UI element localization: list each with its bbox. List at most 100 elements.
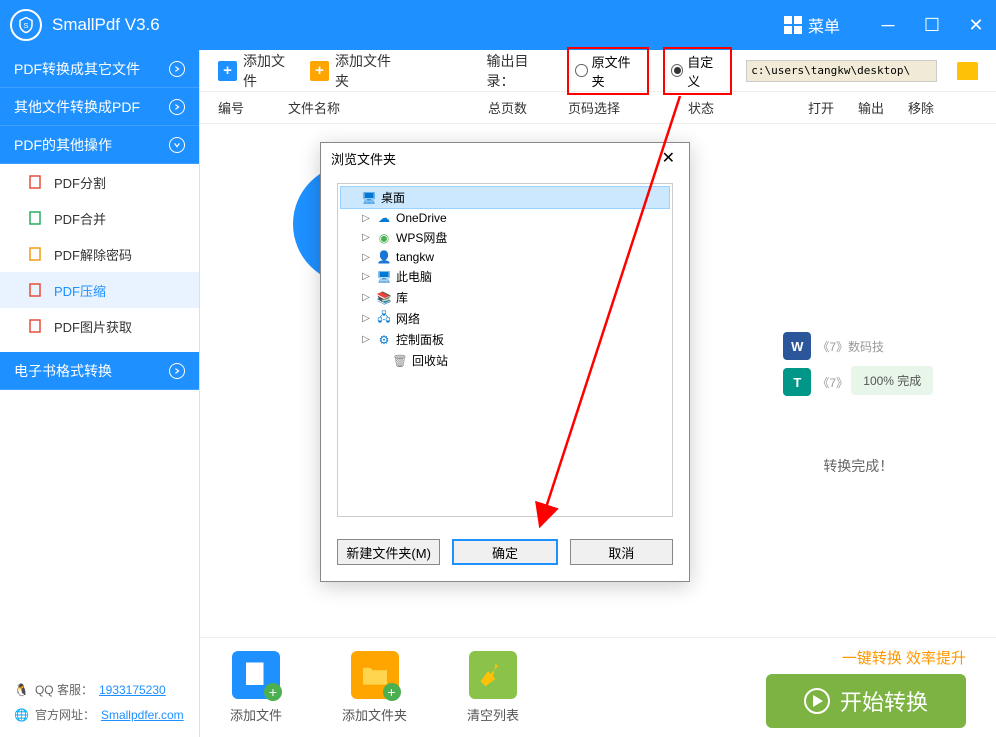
broom-icon [469,651,517,699]
qq-link[interactable]: 1933175230 [99,683,166,697]
chevron-icon [169,61,185,77]
tree-item-label: 库 [396,289,408,306]
minimize-button[interactable]: ─ [878,15,898,35]
sidebar-item-label: PDF解除密码 [54,245,132,264]
menu-button[interactable]: 菜单 [776,9,848,41]
tree-item-label: OneDrive [396,211,447,225]
sidebar-item-pdf-unlock[interactable]: PDF解除密码 [0,236,199,272]
word-icon: W [783,332,811,360]
browse-folder-dialog: 浏览文件夹 ✕ 🖥桌面▷☁OneDrive▷◉WPS网盘▷👤tangkw▷🖥此电… [320,142,690,582]
sidebar-group-pdf-other-ops[interactable]: PDF的其他操作 [0,126,199,164]
folder-icon: 🖥 [361,191,377,205]
sidebar-group-pdf-to-other[interactable]: PDF转换成其它文件 [0,50,199,88]
tree-item-label: 桌面 [381,189,405,206]
tree-item[interactable]: ▷ 🖧 网络 [340,308,670,329]
output-dir-label: 输出目录： [487,51,554,91]
add-file-label: 添加文件 [243,51,296,91]
plus-icon: + [218,61,237,81]
progress-badge: 100% 完成 [851,366,933,395]
th-page-select: 页码选择 [568,98,688,117]
th-index: 编号 [218,98,288,117]
done-text: 转换完成！ [783,456,933,476]
site-link[interactable]: Smallpdfer.com [101,708,184,722]
output-path-input[interactable] [746,60,937,82]
merge-icon [28,210,44,226]
sidebar-group-label: 其他文件转换成PDF [14,97,140,117]
site-label: 官方网址： [35,706,95,723]
sidebar-item-pdf-compress[interactable]: PDF压缩 [0,272,199,308]
radio-original-folder[interactable]: 原文件夹 [567,47,649,95]
th-pages: 总页数 [488,98,568,117]
radio-custom-label: 自定义 [687,52,724,90]
result-filename: 《7》 [817,374,848,391]
play-icon [804,688,830,714]
sidebar-item-label: PDF分割 [54,173,106,192]
sidebar-group-label: PDF的其他操作 [14,135,112,155]
radio-checked-icon [671,64,683,77]
images-icon [28,318,44,334]
sidebar-item-label: PDF图片获取 [54,317,132,336]
sidebar-item-pdf-images[interactable]: PDF图片获取 [0,308,199,344]
radio-custom-folder[interactable]: 自定义 [663,47,732,95]
sidebar-group-ebook[interactable]: 电子书格式转换 [0,352,199,390]
th-remove: 移除 [908,98,958,117]
new-folder-button[interactable]: 新建文件夹(M) [337,539,440,565]
menu-label: 菜单 [808,13,840,37]
add-file-button[interactable]: + 添加文件 [218,51,296,91]
browse-folder-icon[interactable] [957,62,978,80]
tree-toggle-icon: ▷ [360,313,372,324]
tree-item[interactable]: ▷👤tangkw [340,248,670,266]
tree-toggle-icon: ▷ [360,213,372,224]
radio-icon [575,64,587,77]
bottom-label: 清空列表 [467,705,519,724]
result-file-row: W 《7》数码技 [783,332,933,360]
chevron-down-icon [169,137,185,153]
ok-button[interactable]: 确定 [452,539,557,565]
folder-tree[interactable]: 🖥桌面▷☁OneDrive▷◉WPS网盘▷👤tangkw▷🖥此电脑▷📚库▷🖧网络… [337,183,673,517]
dialog-close-button[interactable]: ✕ [658,148,679,168]
tree-toggle-icon: ▷ [360,232,372,243]
tree-item[interactable]: ▷⚙控制面板 [340,329,670,350]
dialog-title-text: 浏览文件夹 [331,149,396,168]
dialog-titlebar: 浏览文件夹 ✕ [321,143,689,173]
tagline-text: 一键转换 效率提升 [766,647,966,668]
tree-item-label: 回收站 [412,352,448,369]
qq-label: QQ 客服： [35,681,93,698]
add-folder-button[interactable]: + 添加文件夹 [310,51,401,91]
folder-icon: 🗑 [392,354,408,368]
maximize-button[interactable]: ☐ [922,15,942,35]
sidebar-group-label: PDF转换成其它文件 [14,59,140,79]
bottom-add-folder[interactable]: + 添加文件夹 [342,651,407,724]
tree-item[interactable]: ▷🖥此电脑 [340,266,670,287]
bottom-add-file[interactable]: + 添加文件 [230,651,282,724]
qq-icon: 🐧 [14,683,29,697]
add-folder-icon: + [351,651,399,699]
titlebar: S SmallPdf V3.6 菜单 ─ ☐ ✕ [0,0,996,50]
sidebar-item-pdf-merge[interactable]: PDF合并 [0,200,199,236]
tree-item[interactable]: ▷📚库 [340,287,670,308]
bottom-clear-list[interactable]: 清空列表 [467,651,519,724]
folder-icon: 👤 [376,250,392,264]
plus-icon: + [310,61,329,81]
cancel-button[interactable]: 取消 [570,539,673,565]
tree-item-label: 控制面板 [396,331,444,348]
tree-toggle-icon: ▷ [360,334,372,345]
sidebar-item-pdf-split[interactable]: PDF分割 [0,164,199,200]
folder-icon: 🖧 [376,312,392,326]
app-title: SmallPdf V3.6 [52,15,776,35]
tree-item[interactable]: ▷◉WPS网盘 [340,227,670,248]
tree-item[interactable]: ▷☁OneDrive [340,209,670,227]
tree-item[interactable]: 🗑 回收站 [340,350,670,371]
tree-item-label: tangkw [396,250,434,264]
sidebar-item-label: PDF压缩 [54,281,106,300]
start-convert-button[interactable]: 开始转换 [766,674,966,728]
sidebar-group-other-to-pdf[interactable]: 其他文件转换成PDF [0,88,199,126]
bottom-bar: + 添加文件 + 添加文件夹 清空列表 一键转换 效率提升 [200,637,996,737]
globe-icon: 🌐 [14,708,29,722]
window-controls: ─ ☐ ✕ [878,15,986,35]
tree-item[interactable]: 🖥 桌面 [340,186,670,209]
close-button[interactable]: ✕ [966,15,986,35]
chevron-icon [169,99,185,115]
compress-icon [28,282,44,298]
tree-item-label: 网络 [396,310,420,327]
